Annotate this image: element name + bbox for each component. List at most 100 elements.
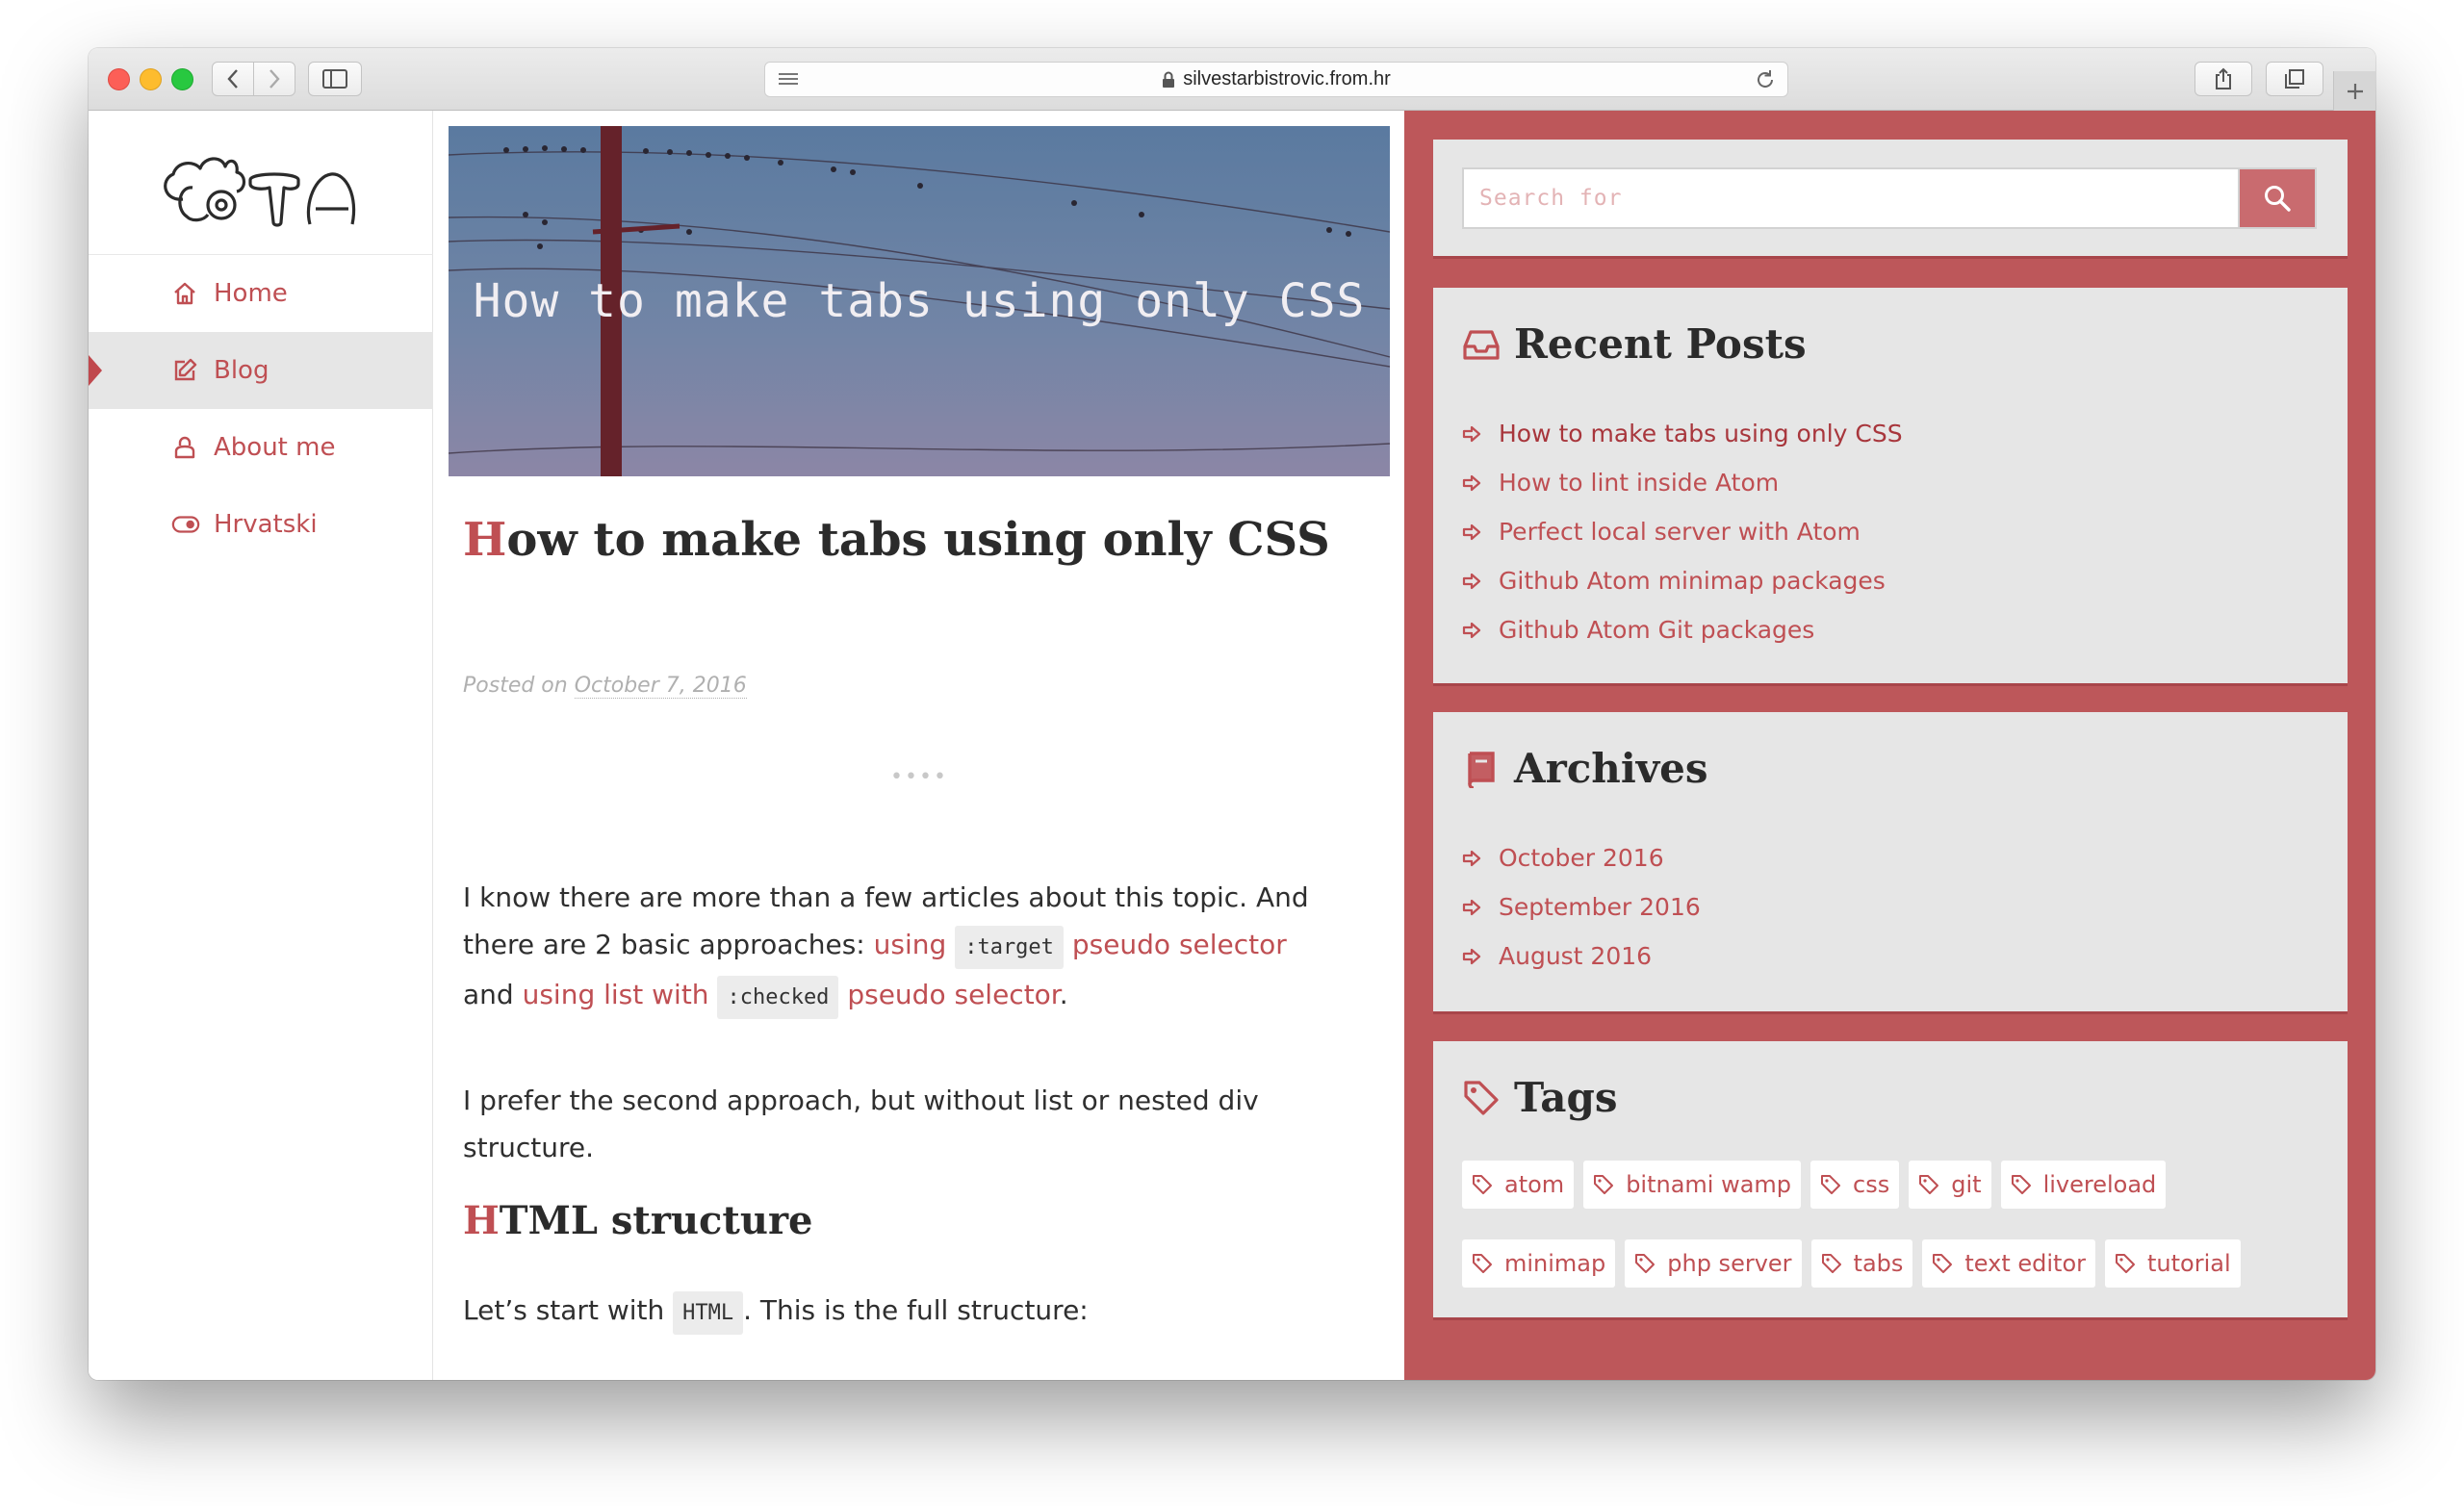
- sidebar-toggle-button[interactable]: [308, 62, 362, 96]
- share-button[interactable]: [2194, 62, 2252, 96]
- tag-icon: [1593, 1174, 1614, 1195]
- inline-code-html: HTML: [673, 1291, 744, 1335]
- minimize-window-button[interactable]: [140, 68, 162, 90]
- book-icon: [1462, 750, 1501, 788]
- list-item[interactable]: How to make tabs using only CSS: [1462, 409, 1903, 458]
- recent-posts-list: How to make tabs using only CSS How to l…: [1462, 409, 1903, 654]
- link-pseudo-selector-1[interactable]: pseudo selector: [1072, 929, 1287, 960]
- tag-label: text editor: [1964, 1250, 2087, 1277]
- link-using-list-with[interactable]: using list with: [523, 979, 709, 1010]
- archives-widget: Archives October 2016 September 2016 Aug…: [1433, 712, 2348, 1014]
- reload-icon[interactable]: [1755, 69, 1776, 90]
- tag-bitnami-wamp[interactable]: bitnami wamp: [1583, 1161, 1802, 1209]
- share-icon: [2216, 67, 2231, 89]
- tabs-icon: [2285, 69, 2304, 89]
- list-item[interactable]: How to lint inside Atom: [1462, 458, 1903, 507]
- arrow-right-icon: [1462, 474, 1481, 492]
- search-widget: [1433, 140, 2348, 259]
- right-sidebar: Recent Posts How to make tabs using only…: [1404, 111, 2375, 1380]
- edit-icon: [171, 356, 200, 385]
- hero-title: How to make tabs using only CSS: [473, 274, 1366, 328]
- search-icon: [2265, 186, 2291, 212]
- arrow-right-icon: [1462, 523, 1481, 541]
- home-icon: [171, 279, 200, 308]
- address-bar[interactable]: silvestarbistrovic.from.hr: [764, 62, 1788, 97]
- list-item[interactable]: September 2016: [1462, 882, 1701, 932]
- list-item[interactable]: Github Atom Git packages: [1462, 605, 1903, 654]
- tag-icon: [1918, 1174, 1939, 1195]
- tag-label: tutorial: [2147, 1250, 2231, 1277]
- lock-icon: [1163, 71, 1175, 88]
- zoom-window-button[interactable]: [171, 68, 193, 90]
- close-window-button[interactable]: [108, 68, 130, 90]
- paragraph-approach: I prefer the second approach, but withou…: [463, 1085, 1259, 1163]
- link-pseudo-selector-2[interactable]: pseudo selector: [847, 979, 1059, 1010]
- tag-cloud: atom bitnami wamp css git livereload min…: [1462, 1161, 2328, 1288]
- tag-tabs[interactable]: tabs: [1810, 1239, 1913, 1288]
- paragraph-intro: I know there are more than a few article…: [463, 874, 1387, 1021]
- archives-heading: Archives: [1462, 745, 1708, 792]
- browser-window: silvestarbistrovic.from.hr Home Blog Abo…: [89, 48, 2375, 1380]
- site-logo[interactable]: [89, 111, 433, 255]
- tag-label: bitnami wamp: [1626, 1171, 1792, 1198]
- tag-css[interactable]: css: [1810, 1161, 1900, 1209]
- nav-item-label: About me: [214, 433, 336, 462]
- recent-posts-widget: Recent Posts How to make tabs using only…: [1433, 288, 2348, 686]
- nav-item-label: Blog: [214, 356, 270, 385]
- post-hero-image[interactable]: How to make tabs using only CSS: [449, 126, 1390, 476]
- tag-livereload[interactable]: livereload: [2000, 1161, 2167, 1209]
- arrow-right-icon: [1462, 425, 1481, 443]
- url-text: silvestarbistrovic.from.hr: [1183, 68, 1391, 89]
- list-item[interactable]: August 2016: [1462, 932, 1701, 981]
- tag-text-editor[interactable]: text editor: [1922, 1239, 2096, 1288]
- list-item-label: September 2016: [1499, 893, 1701, 921]
- nav-item-home[interactable]: Home: [89, 255, 433, 332]
- left-navigation: Home Blog About me Hrvatski: [89, 111, 433, 1380]
- tag-tutorial[interactable]: tutorial: [2105, 1239, 2241, 1288]
- search-form: [1462, 167, 2317, 229]
- widget-title: Recent Posts: [1514, 320, 1807, 368]
- arrow-right-icon: [1462, 899, 1481, 916]
- nav-item-blog[interactable]: Blog: [89, 332, 433, 409]
- list-item-label: How to lint inside Atom: [1499, 469, 1780, 497]
- tabs-overview-button[interactable]: [2266, 62, 2323, 96]
- search-button[interactable]: [2238, 169, 2315, 227]
- text: and: [463, 979, 514, 1010]
- tag-minimap[interactable]: minimap: [1462, 1239, 1616, 1288]
- search-input[interactable]: [1464, 169, 2242, 227]
- nav-item-hrvatski[interactable]: Hrvatski: [89, 486, 433, 563]
- nav-item-label: Hrvatski: [214, 510, 318, 539]
- link-using-target[interactable]: using: [874, 929, 947, 960]
- tag-icon: [2011, 1174, 2032, 1195]
- inline-code-checked: :checked: [717, 976, 839, 1019]
- user-icon: [171, 433, 200, 462]
- tag-label: minimap: [1504, 1250, 1606, 1277]
- list-item-label: How to make tabs using only CSS: [1499, 420, 1903, 447]
- section-heading-initial: H: [463, 1198, 500, 1243]
- post-meta-prefix: Posted on: [463, 674, 568, 698]
- tag-label: git: [1951, 1171, 1982, 1198]
- forward-button[interactable]: [253, 62, 295, 96]
- list-item[interactable]: Perfect local server with Atom: [1462, 507, 1903, 556]
- post-date-link[interactable]: October 7, 2016: [574, 674, 747, 699]
- arrow-right-icon: [1462, 850, 1481, 867]
- tags-heading: Tags: [1462, 1074, 1617, 1121]
- archives-list: October 2016 September 2016 August 2016: [1462, 833, 1701, 981]
- back-button[interactable]: [212, 62, 254, 96]
- list-item-label: October 2016: [1499, 844, 1664, 872]
- list-item[interactable]: Github Atom minimap packages: [1462, 556, 1903, 605]
- list-item[interactable]: October 2016: [1462, 833, 1701, 882]
- tag-atom[interactable]: atom: [1462, 1161, 1575, 1209]
- nav-item-about[interactable]: About me: [89, 409, 433, 486]
- tag-git[interactable]: git: [1909, 1161, 1991, 1209]
- widget-title: Archives: [1514, 745, 1708, 792]
- toggle-icon: [171, 510, 200, 539]
- list-item-label: Perfect local server with Atom: [1499, 518, 1861, 546]
- tag-label: livereload: [2042, 1171, 2157, 1198]
- widget-title: Tags: [1514, 1074, 1618, 1121]
- tag-icon: [2115, 1253, 2136, 1274]
- tag-icon: [1932, 1253, 1953, 1274]
- inbox-icon: [1462, 327, 1501, 362]
- new-tab-button[interactable]: [2333, 71, 2375, 111]
- tag-php-server[interactable]: php server: [1625, 1239, 1802, 1288]
